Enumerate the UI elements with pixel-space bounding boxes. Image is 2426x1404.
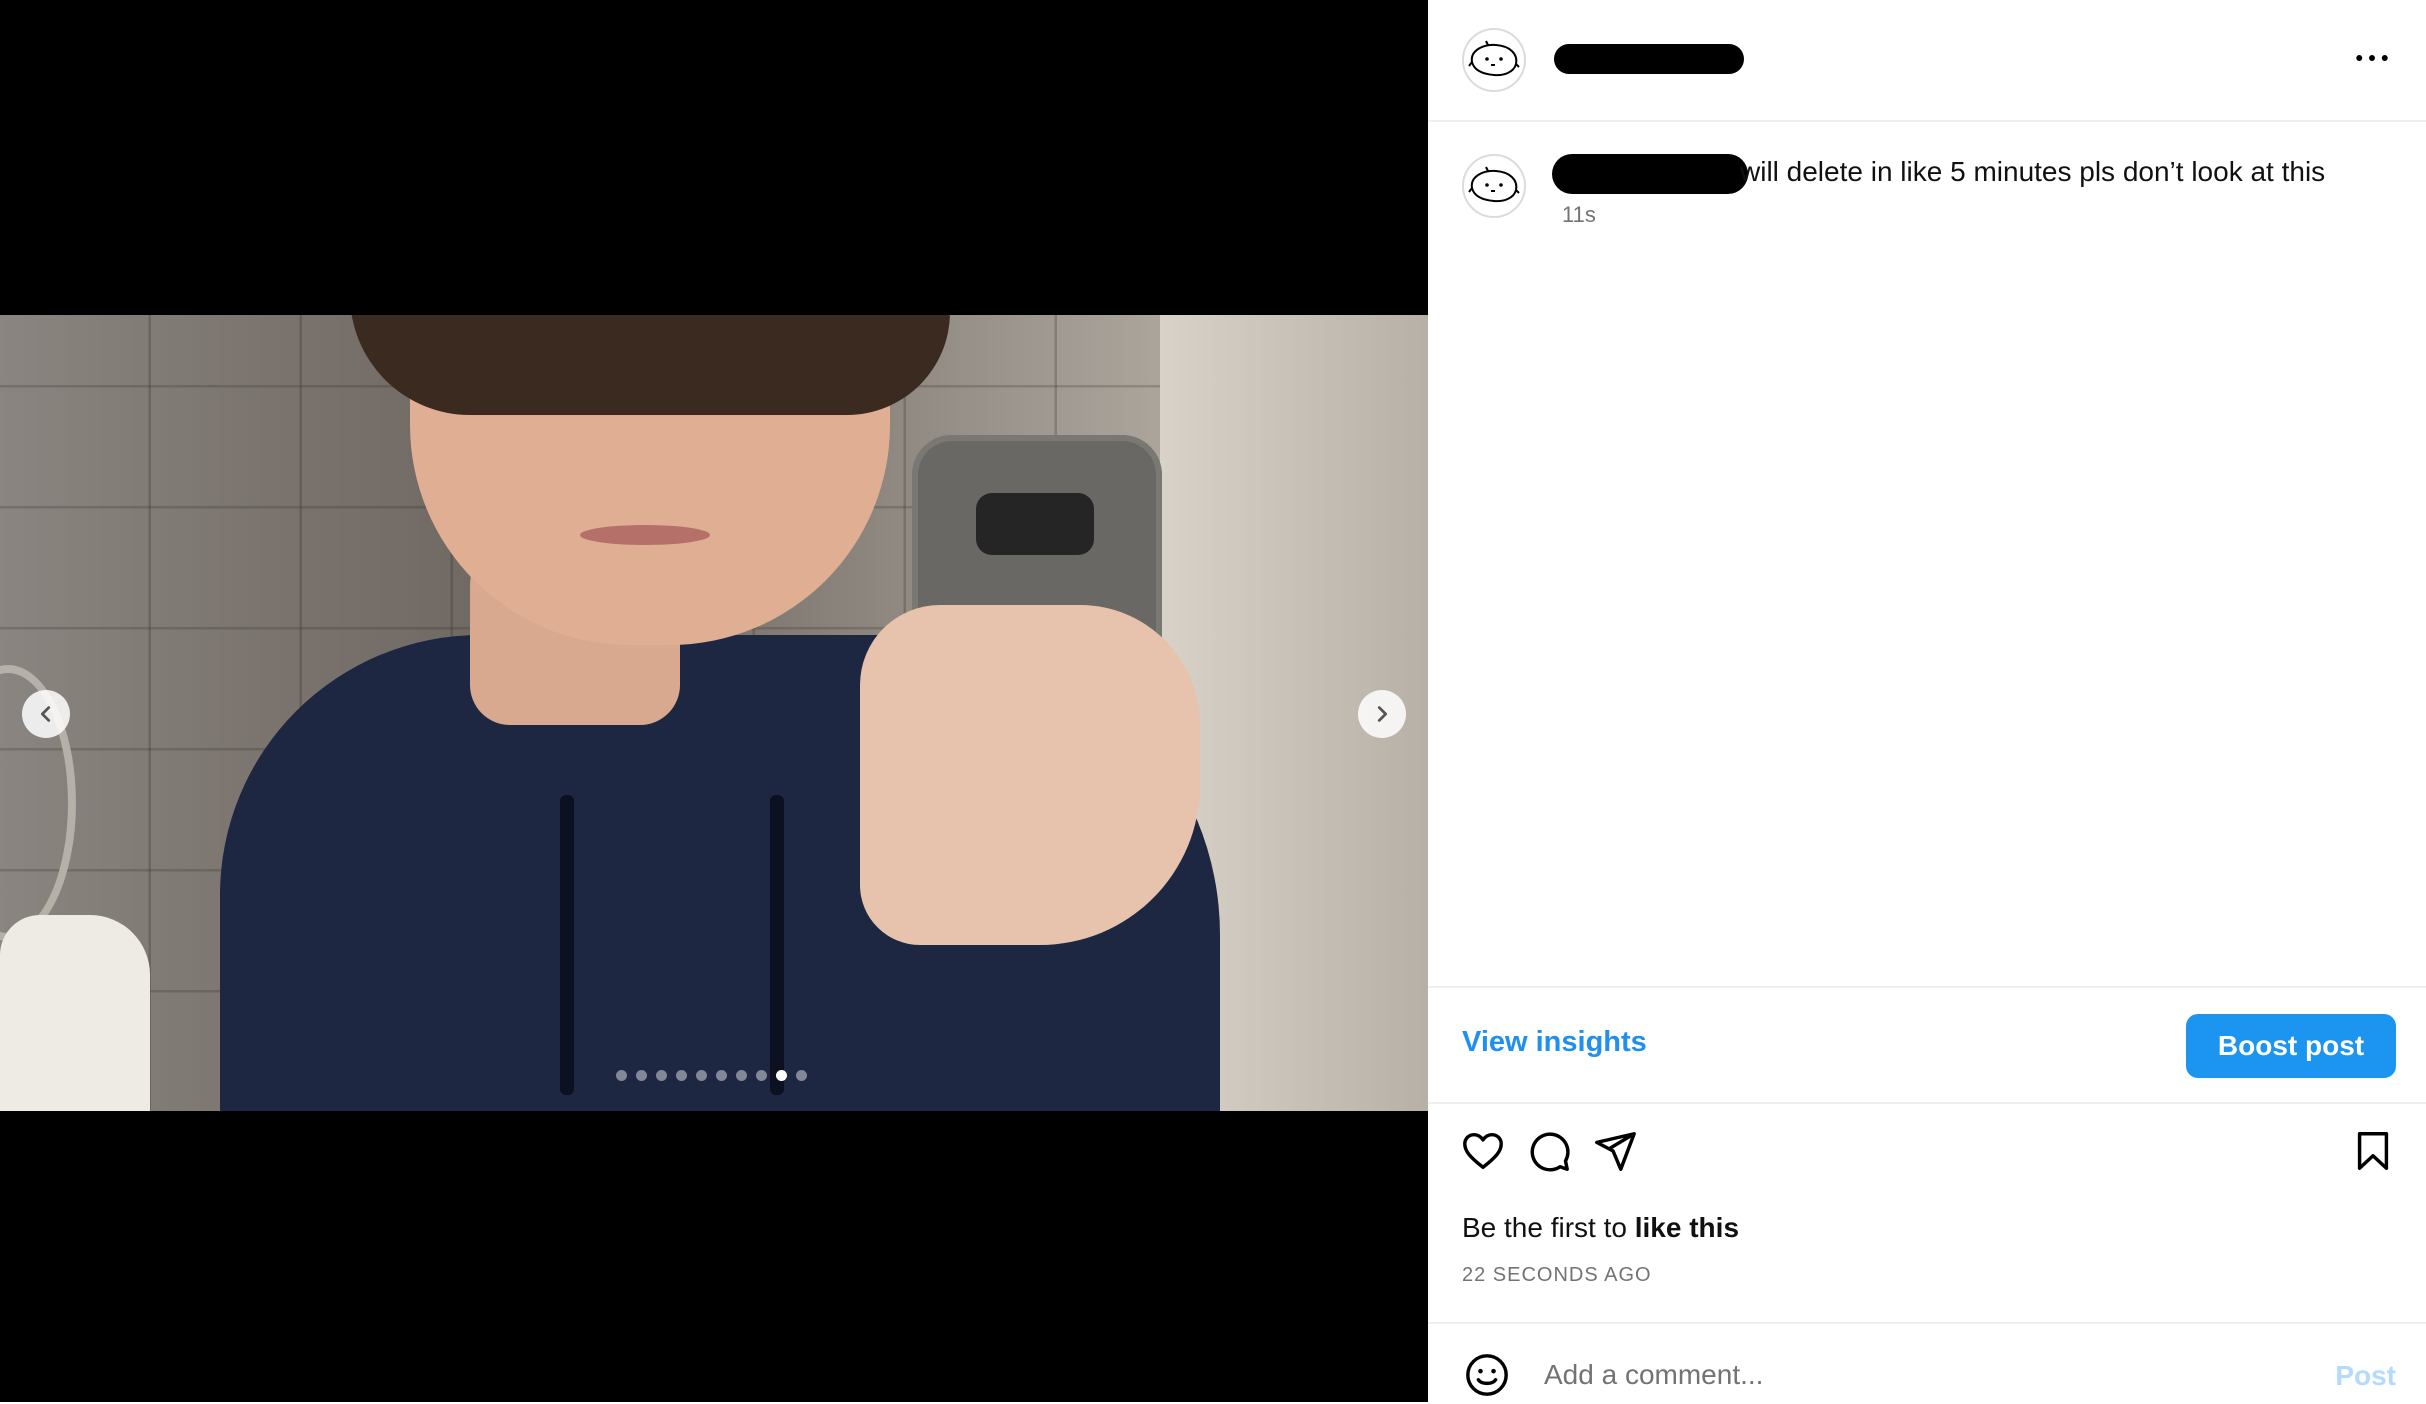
chevron-left-icon	[40, 706, 51, 722]
bookmark-icon	[2357, 1132, 2389, 1170]
carousel-prev-button[interactable]	[22, 690, 70, 738]
action-bar	[1428, 1126, 2426, 1186]
media-viewer	[0, 0, 1428, 1402]
send-icon	[1595, 1132, 1636, 1171]
boost-post-button[interactable]: Boost post	[2186, 1014, 2396, 1078]
likes-summary: Be the first to like this	[1462, 1212, 1739, 1244]
photo-mouth	[580, 525, 710, 545]
comment-icon	[1530, 1132, 1570, 1172]
chevron-right-icon	[1377, 706, 1388, 722]
comment-bar: Post	[1428, 1322, 2426, 1404]
caption-username-redaction[interactable]	[1552, 154, 1748, 194]
like-button[interactable]	[1458, 1126, 1508, 1176]
emoji-button[interactable]	[1462, 1350, 1512, 1400]
doodle-face-icon	[1468, 40, 1520, 77]
share-button[interactable]	[1590, 1126, 1640, 1176]
caption-time[interactable]: 11s	[1562, 202, 1596, 228]
carousel-dots	[616, 1070, 807, 1081]
doodle-face-icon	[1468, 166, 1520, 203]
avatar[interactable]	[1462, 28, 1526, 92]
post-header	[1428, 0, 2426, 122]
post-side-panel: will delete in like 5 minutes pls don’t …	[1428, 0, 2426, 1402]
insights-bar: View insights Boost post	[1428, 986, 2426, 1104]
posted-time[interactable]: 22 SECONDS AGO	[1462, 1264, 1652, 1287]
smiley-icon	[1466, 1354, 1508, 1396]
carousel-next-button[interactable]	[1358, 690, 1406, 738]
carousel-dot	[616, 1070, 627, 1081]
username-redaction[interactable]	[1554, 44, 1744, 74]
carousel-dot	[696, 1070, 707, 1081]
post-comment-button[interactable]: Post	[2335, 1360, 2396, 1392]
photo-hoodie-string	[770, 795, 784, 1095]
heart-icon	[1463, 1132, 1503, 1170]
carousel-dot	[756, 1070, 767, 1081]
carousel-dot	[636, 1070, 647, 1081]
photo-hair	[350, 315, 950, 415]
carousel-dot	[796, 1070, 807, 1081]
photo-phone-camera	[976, 493, 1094, 555]
carousel-dot	[776, 1070, 787, 1081]
comment-input[interactable]	[1542, 1352, 2246, 1398]
save-button[interactable]	[2348, 1126, 2398, 1176]
carousel-dot	[676, 1070, 687, 1081]
caption-text: will delete in like 5 minutes pls don’t …	[1740, 156, 2326, 187]
like-this-link[interactable]: like this	[1635, 1212, 1739, 1243]
view-insights-link[interactable]: View insights	[1462, 1026, 1647, 1059]
more-options-button[interactable]	[2348, 34, 2396, 82]
more-horizontal-icon	[2356, 55, 2388, 61]
carousel-dot	[736, 1070, 747, 1081]
carousel-dot	[716, 1070, 727, 1081]
comment-button[interactable]	[1524, 1126, 1574, 1176]
photo-towel	[0, 915, 150, 1111]
photo-hoodie-string	[560, 795, 574, 1095]
caption-avatar[interactable]	[1462, 154, 1526, 218]
carousel-dot	[656, 1070, 667, 1081]
photo-hand	[860, 605, 1200, 945]
likes-prefix: Be the first to	[1462, 1212, 1635, 1243]
post-photo	[0, 315, 1428, 1111]
